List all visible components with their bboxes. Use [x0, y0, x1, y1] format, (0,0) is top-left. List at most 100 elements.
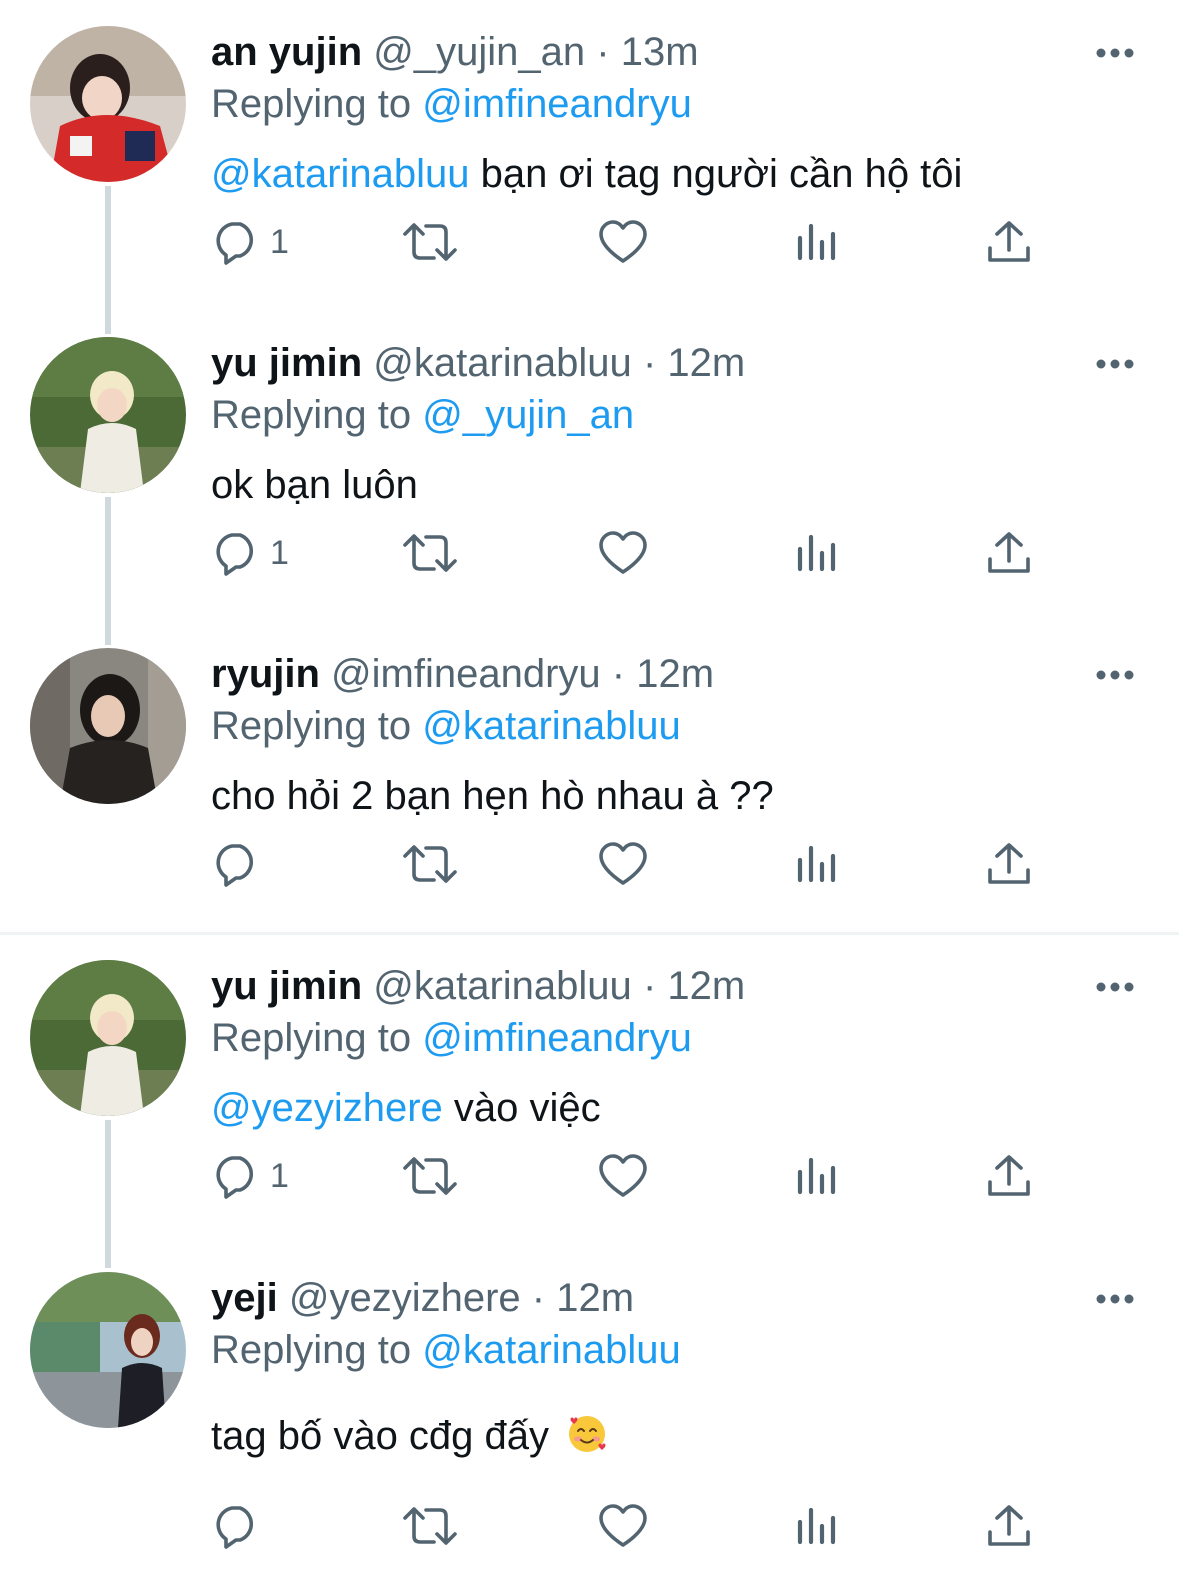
views-button[interactable]	[795, 834, 839, 894]
timestamp[interactable]: 12m	[636, 652, 714, 696]
avatar[interactable]	[30, 648, 186, 804]
views-button[interactable]	[795, 212, 839, 272]
replying-to-label: Replying to	[211, 82, 412, 126]
views-bar-chart-icon	[797, 1507, 836, 1545]
retweet-button[interactable]	[400, 834, 460, 894]
mention-link[interactable]: @katarinabluu	[211, 152, 470, 196]
heart-icon	[599, 531, 647, 574]
separator-dot: ·	[531, 1276, 546, 1320]
reply-button[interactable]: 1	[212, 212, 289, 272]
like-button[interactable]	[598, 212, 648, 272]
tweet-header: an yujin @_yujin_an · 13m	[211, 28, 699, 76]
reply-tweet[interactable]: an yujin @_yujin_an · 13m Replying to @i…	[0, 0, 1179, 311]
user-handle[interactable]: @katarinabluu	[373, 964, 632, 1008]
tweet-header: yu jimin @katarinabluu · 12m	[211, 962, 745, 1010]
replying-to-handle[interactable]: @katarinabluu	[422, 704, 681, 748]
like-button[interactable]	[598, 834, 648, 894]
retweet-button[interactable]	[400, 1496, 460, 1556]
reply-bubble-icon	[216, 533, 253, 576]
like-button[interactable]	[598, 1496, 648, 1556]
share-button[interactable]	[985, 212, 1033, 272]
display-name[interactable]: ryujin	[211, 652, 320, 696]
like-button[interactable]	[598, 1146, 648, 1206]
share-button[interactable]	[985, 1496, 1033, 1556]
avatar[interactable]	[30, 26, 186, 182]
reply-tweet[interactable]: yu jimin @katarinabluu · 12m Replying to…	[0, 934, 1179, 1245]
display-name[interactable]: yeji	[211, 1276, 278, 1320]
tweet-text: cho hỏi 2 bạn hẹn hò nhau à ??	[211, 770, 774, 822]
tweet-text: @katarinabluu bạn ơi tag người cần hộ tô…	[211, 148, 962, 200]
heart-icon	[599, 1504, 647, 1547]
retweet-icon	[403, 534, 457, 572]
action-bar: 1	[0, 1146, 1179, 1206]
mention-link[interactable]: @yezyizhere	[211, 1086, 443, 1130]
reply-tweet[interactable]: ryujin @imfineandryu · 12m Replying to @…	[0, 622, 1179, 933]
avatar[interactable]	[30, 960, 186, 1116]
replying-to: Replying to @imfineandryu	[211, 1014, 692, 1062]
views-bar-chart-icon	[797, 223, 836, 261]
more-dots-icon[interactable]	[1096, 359, 1134, 369]
reply-button[interactable]: 1	[212, 523, 289, 583]
reply-bubble-icon	[216, 222, 253, 265]
reply-count: 1	[270, 1156, 289, 1195]
replying-to-handle[interactable]: @imfineandryu	[422, 82, 692, 126]
share-button[interactable]	[985, 523, 1033, 583]
replying-to-label: Replying to	[211, 1016, 412, 1060]
retweet-icon	[403, 845, 457, 883]
more-dots-icon[interactable]	[1096, 1294, 1134, 1304]
tweet-text: tag bố vào cđg đấy	[211, 1410, 608, 1468]
reply-bubble-icon	[216, 844, 253, 887]
reply-tweet[interactable]: yeji @yezyizhere · 12m Replying to @kata…	[0, 1246, 1179, 1557]
more-dots-icon[interactable]	[1096, 670, 1134, 680]
separator-dot: ·	[642, 964, 657, 1008]
heart-icon	[599, 220, 647, 263]
retweet-button[interactable]	[400, 1146, 460, 1206]
reply-count: 1	[270, 533, 289, 572]
tweet-text: ok bạn luôn	[211, 459, 418, 511]
display-name[interactable]: an yujin	[211, 30, 362, 74]
action-bar	[0, 834, 1179, 894]
reply-button[interactable]: 1	[212, 1146, 289, 1206]
tweet-header: yeji @yezyizhere · 12m	[211, 1274, 634, 1322]
retweet-icon	[403, 1157, 457, 1195]
share-upload-icon	[988, 221, 1030, 262]
display-name[interactable]: yu jimin	[211, 964, 362, 1008]
views-button[interactable]	[795, 523, 839, 583]
user-handle[interactable]: @yezyizhere	[289, 1276, 521, 1320]
action-bar: 1	[0, 212, 1179, 272]
tweet-header: yu jimin @katarinabluu · 12m	[211, 339, 745, 387]
more-dots-icon[interactable]	[1096, 982, 1134, 992]
timestamp[interactable]: 12m	[667, 964, 745, 1008]
views-bar-chart-icon	[797, 845, 836, 883]
timestamp[interactable]: 12m	[556, 1276, 634, 1320]
tweet-text: @yezyizhere vào việc	[211, 1082, 601, 1134]
action-bar: 1	[0, 523, 1179, 583]
reply-tweet[interactable]: yu jimin @katarinabluu · 12m Replying to…	[0, 311, 1179, 622]
replying-to-handle[interactable]: @katarinabluu	[422, 1328, 681, 1372]
like-button[interactable]	[598, 523, 648, 583]
share-button[interactable]	[985, 834, 1033, 894]
replying-to: Replying to @imfineandryu	[211, 80, 692, 128]
replying-to-handle[interactable]: @_yujin_an	[422, 393, 634, 437]
user-handle[interactable]: @katarinabluu	[373, 341, 632, 385]
share-upload-icon	[988, 843, 1030, 884]
separator-dot: ·	[596, 30, 610, 74]
share-button[interactable]	[985, 1146, 1033, 1206]
user-handle[interactable]: @_yujin_an	[373, 30, 585, 74]
more-dots-icon[interactable]	[1096, 48, 1134, 58]
timestamp[interactable]: 13m	[621, 30, 699, 74]
retweet-button[interactable]	[400, 212, 460, 272]
user-handle[interactable]: @imfineandryu	[331, 652, 601, 696]
reply-button[interactable]	[212, 1496, 270, 1556]
replying-to: Replying to @katarinabluu	[211, 702, 681, 750]
display-name[interactable]: yu jimin	[211, 341, 362, 385]
avatar[interactable]	[30, 1272, 186, 1428]
retweet-button[interactable]	[400, 523, 460, 583]
share-upload-icon	[988, 1505, 1030, 1546]
views-button[interactable]	[795, 1146, 839, 1206]
timestamp[interactable]: 12m	[667, 341, 745, 385]
replying-to-handle[interactable]: @imfineandryu	[422, 1016, 692, 1060]
reply-button[interactable]	[212, 834, 270, 894]
views-button[interactable]	[795, 1496, 839, 1556]
avatar[interactable]	[30, 337, 186, 493]
